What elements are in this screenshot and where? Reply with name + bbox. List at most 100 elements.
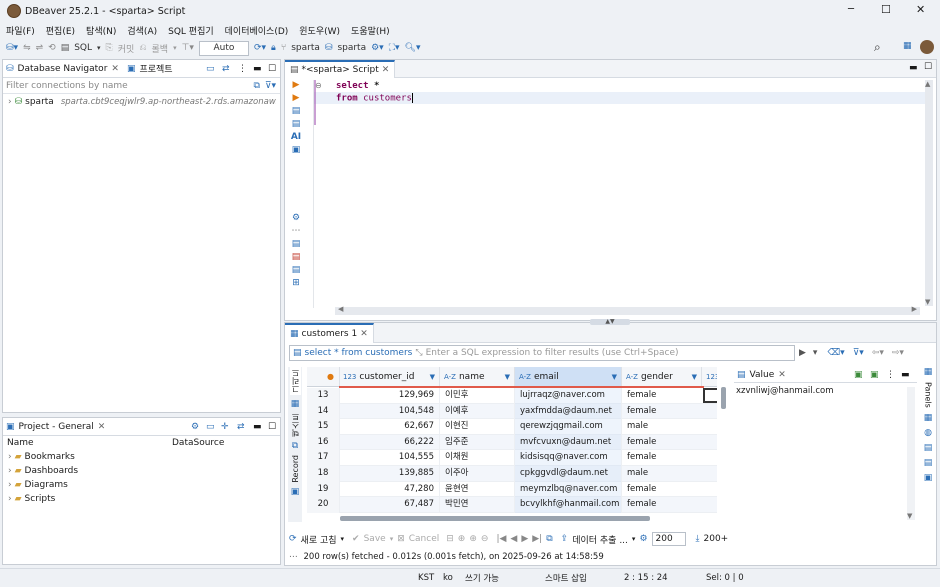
cell-gender[interactable]: male bbox=[621, 419, 701, 435]
cell-name[interactable]: 임주준 bbox=[439, 434, 514, 451]
cancel-icon[interactable]: ⊠ bbox=[397, 534, 405, 544]
tab-customers-1[interactable]: customers 1 bbox=[302, 329, 358, 339]
cell-email[interactable]: yaxfmdda@daum.net bbox=[514, 403, 621, 420]
dbeaver-perspective-icon[interactable] bbox=[920, 40, 934, 54]
copy-row-icon[interactable]: ⊕ bbox=[469, 534, 477, 544]
minimize-button[interactable]: ─ bbox=[848, 4, 854, 15]
auto-apply-icon[interactable]: ▣ bbox=[870, 370, 879, 380]
execute-script-icon[interactable]: ▤ bbox=[292, 106, 301, 116]
view-menu-icon[interactable]: ⋮ bbox=[238, 64, 247, 74]
row-number[interactable]: 15 bbox=[307, 419, 339, 435]
table-row[interactable]: 18 139,885 이주아 cpkggvdl@daum.net male bbox=[307, 466, 717, 482]
cell-customer-id[interactable]: 129,969 bbox=[339, 388, 439, 404]
row-number[interactable]: 13 bbox=[307, 388, 339, 404]
forward-icon[interactable]: ⇨▾ bbox=[892, 348, 904, 358]
transaction-mode-icon[interactable]: ⊤▾ bbox=[182, 43, 194, 53]
cell-email[interactable]: bcvylkhf@hanmail.com bbox=[514, 497, 621, 513]
panels-icon[interactable]: ▦ bbox=[924, 367, 933, 377]
cell-email[interactable]: cpkggvdl@daum.net bbox=[514, 466, 621, 482]
tab-close-icon[interactable]: ✕ bbox=[111, 64, 119, 74]
apply-filter-icon[interactable]: ▶ bbox=[799, 348, 806, 358]
tab-record[interactable]: Record bbox=[291, 455, 300, 483]
disconnect-icon[interactable]: ⇌ bbox=[36, 43, 44, 53]
ai-assist-icon[interactable]: AI bbox=[291, 132, 301, 142]
sql-code-area[interactable]: ⊖ select * from customers bbox=[313, 80, 925, 308]
maximize-editor-icon[interactable]: ☐ bbox=[924, 62, 932, 72]
table-row[interactable]: 15 62,667 이현진 qerewzjqgmail.com male bbox=[307, 419, 717, 435]
cell-email[interactable]: lujrraqz@naver.com bbox=[514, 388, 621, 404]
connection-filter-input[interactable]: Filter connections by name bbox=[3, 81, 253, 91]
edit-row-icon[interactable]: ⊟ bbox=[446, 534, 454, 544]
row-number[interactable]: 18 bbox=[307, 466, 339, 482]
cell-name[interactable]: 이주아 bbox=[439, 466, 514, 482]
save-button[interactable]: Save bbox=[364, 534, 386, 544]
save-icon[interactable]: ✔ bbox=[352, 534, 360, 544]
menu-search[interactable]: 검색(A) bbox=[127, 24, 157, 37]
sort-icon[interactable]: ▼ bbox=[505, 373, 510, 381]
tab-sparta-script[interactable]: *<sparta> Script bbox=[302, 65, 379, 75]
value-text[interactable]: xzvnliwj@hanmail.com bbox=[734, 383, 917, 399]
table-row[interactable]: 13 129,969 이민후 lujrraqz@naver.com female bbox=[307, 388, 717, 404]
eraser-icon[interactable]: ⌫▾ bbox=[827, 348, 844, 358]
expand-icon[interactable]: ⤡ bbox=[415, 348, 422, 358]
tab-close-icon[interactable]: ✕ bbox=[360, 329, 368, 339]
column-header-email[interactable]: A-Z email ▼ bbox=[514, 367, 621, 387]
minimize-panel-icon[interactable]: ▬ bbox=[253, 64, 262, 74]
maximize-panel-icon[interactable]: ☐ bbox=[268, 64, 276, 74]
active-datasource[interactable]: sparta bbox=[291, 43, 320, 53]
filter-connections-icon[interactable]: ⧉ bbox=[253, 81, 259, 91]
new-connection-icon[interactable]: ⛁▾ bbox=[6, 43, 18, 53]
cell-name[interactable]: 이채원 bbox=[439, 450, 514, 466]
fetch-size-input[interactable]: 200 bbox=[651, 532, 686, 546]
menu-help[interactable]: 도움말(H) bbox=[351, 24, 390, 37]
cell-email[interactable]: qerewzjqgmail.com bbox=[514, 419, 621, 435]
minimize-value-icon[interactable]: ▬ bbox=[901, 370, 910, 380]
filter-history-icon[interactable]: ▾ bbox=[813, 348, 818, 358]
menu-edit[interactable]: 편집(E) bbox=[46, 24, 75, 37]
prev-page-icon[interactable]: ◀ bbox=[510, 534, 517, 544]
editor-vertical-scrollbar[interactable]: ▲ ▼ bbox=[925, 80, 933, 306]
grid-vertical-scrollbar[interactable] bbox=[721, 387, 726, 409]
add-icon[interactable]: ✛ bbox=[221, 422, 229, 432]
execute-in-new-tab-icon[interactable]: ▶︎ bbox=[293, 93, 300, 103]
cell-gender[interactable]: female bbox=[621, 434, 701, 451]
filter-settings-icon[interactable]: ⊽▾ bbox=[265, 81, 276, 91]
cell-gender[interactable]: female bbox=[621, 450, 701, 466]
export-script-icon[interactable]: ▤ bbox=[292, 265, 301, 275]
cell-gender[interactable]: female bbox=[621, 388, 701, 404]
cell-name[interactable]: 이현진 bbox=[439, 419, 514, 435]
row-number[interactable]: 14 bbox=[307, 403, 339, 420]
project-item-diagrams[interactable]: › ▰ Diagrams bbox=[3, 478, 280, 492]
explain-plan-icon[interactable]: ▣ bbox=[292, 145, 301, 155]
value-vertical-scrollbar[interactable]: ▼ bbox=[907, 387, 915, 520]
select-all-icon[interactable]: ● bbox=[327, 372, 334, 381]
value-menu-icon[interactable]: ⋮ bbox=[886, 370, 895, 380]
text-view-icon[interactable]: ⧉ bbox=[292, 441, 298, 451]
menu-file[interactable]: 파일(F) bbox=[6, 24, 35, 37]
row-number[interactable]: 16 bbox=[307, 434, 339, 451]
sort-icon[interactable]: ▼ bbox=[692, 373, 697, 381]
sql-button[interactable]: SQL bbox=[74, 43, 92, 53]
datasource-icon[interactable]: ⑂ bbox=[281, 43, 286, 53]
record-view-icon[interactable]: ▣ bbox=[291, 487, 300, 497]
execute-statement-icon[interactable]: ▶ bbox=[293, 80, 300, 90]
cell-customer-id[interactable]: 62,667 bbox=[339, 419, 439, 435]
active-schema[interactable]: sparta bbox=[337, 43, 366, 53]
fetch-next-button[interactable]: 200+ bbox=[704, 534, 729, 544]
tab-projects[interactable]: 프로젝트 bbox=[139, 62, 172, 75]
table-row[interactable]: 20 67,487 박민연 bcvylkhf@hanmail.com female bbox=[307, 497, 717, 513]
row-number[interactable]: 20 bbox=[307, 497, 339, 513]
filter-icon[interactable]: ⊽▾ bbox=[853, 348, 864, 358]
collapse-all-icon[interactable]: ▭ bbox=[206, 64, 215, 74]
tab-close-icon[interactable]: ✕ bbox=[98, 422, 106, 432]
transaction-log-icon[interactable]: ⟳▾ bbox=[254, 43, 266, 53]
cell-email[interactable]: mvfcvuxn@daum.net bbox=[514, 434, 621, 451]
grid-horizontal-scrollbar[interactable] bbox=[340, 516, 650, 521]
properties-icon[interactable]: ▦ bbox=[924, 413, 933, 423]
minimize-panel-icon[interactable]: ▬ bbox=[253, 422, 262, 432]
cell-customer-id[interactable]: 66,222 bbox=[339, 434, 439, 451]
maximize-button[interactable]: ☐ bbox=[881, 3, 891, 16]
menu-sql-editor[interactable]: SQL 편집기 bbox=[168, 24, 214, 37]
tab-project-general[interactable]: Project - General bbox=[19, 422, 94, 432]
settings-icon[interactable]: ⚙ bbox=[292, 213, 300, 223]
